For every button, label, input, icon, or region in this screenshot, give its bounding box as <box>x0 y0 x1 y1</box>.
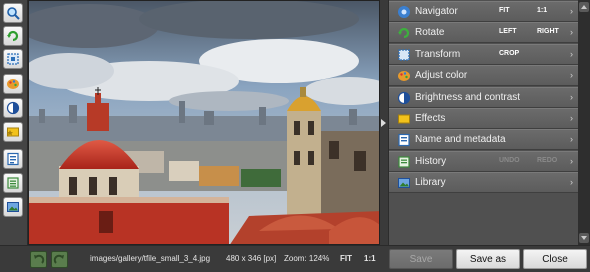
panel-row-transform[interactable]: Transform CROP › <box>389 44 579 65</box>
panel-row-adjust-color[interactable]: Adjust color › <box>389 65 579 86</box>
panel-row-label: Effects <box>415 113 446 124</box>
chevron-right-icon: › <box>570 27 573 37</box>
library-icon[interactable] <box>3 197 23 217</box>
close-button[interactable]: Close <box>523 249 587 269</box>
option-redo-button[interactable]: REDO <box>537 157 557 164</box>
scroll-down-icon[interactable] <box>579 233 589 243</box>
history-icon[interactable] <box>3 173 23 193</box>
chevron-right-icon: › <box>570 49 573 59</box>
save-as-button[interactable]: Save as <box>456 249 520 269</box>
option-1-1-button[interactable]: 1:1 <box>537 7 547 14</box>
undo-button[interactable] <box>30 251 47 268</box>
redo-button[interactable] <box>51 251 68 268</box>
zoom-level: Zoom: 124% <box>284 254 330 263</box>
panel-row-label: History <box>415 156 447 167</box>
panel-row-label: Navigator <box>415 6 458 17</box>
chevron-right-icon: › <box>570 156 573 166</box>
navigator-icon <box>398 6 410 18</box>
collapse-arrow-icon[interactable] <box>381 119 386 127</box>
chevron-right-icon: › <box>570 70 573 80</box>
chevron-right-icon: › <box>570 177 573 187</box>
palette-icon <box>398 71 410 81</box>
library-icon <box>398 178 410 188</box>
status-bar: images/gallery/tfile_small_3_4.jpg 480 x… <box>0 245 590 272</box>
option-crop-button[interactable]: CROP <box>499 50 519 57</box>
save-button[interactable]: Save <box>389 249 453 269</box>
one-to-one-button[interactable]: 1:1 <box>364 254 376 263</box>
option-left-button[interactable]: LEFT <box>499 28 517 35</box>
chevron-right-icon: › <box>570 134 573 144</box>
panel-row-name-and-metadata[interactable]: Name and metadata › <box>389 129 579 150</box>
scroll-up-icon[interactable] <box>579 2 589 12</box>
contrast-icon <box>397 91 411 105</box>
panel-row-history[interactable]: History UNDO REDO › <box>389 151 579 172</box>
chevron-right-icon: › <box>570 113 573 123</box>
metadata-icon <box>398 133 410 147</box>
chevron-right-icon: › <box>570 92 573 102</box>
history-icon <box>398 156 410 168</box>
panel-row-label: Transform <box>415 49 461 60</box>
panel-row-label: Library <box>415 177 446 188</box>
panel-scrollbar[interactable] <box>578 0 590 245</box>
fit-button[interactable]: FIT <box>340 254 352 263</box>
image-dimensions: 480 x 346 [px] <box>226 254 277 263</box>
tools-panel: Navigator FIT 1:1 › Rotate LEFT RIGHT › Transfor… <box>388 0 579 245</box>
panel-row-navigator[interactable]: Navigator FIT 1:1 › <box>389 1 579 22</box>
chevron-right-icon: › <box>570 6 573 16</box>
panel-row-label: Name and metadata <box>415 134 506 145</box>
file-path: images/gallery/tfile_small_3_4.jpg <box>90 254 211 263</box>
palette-icon[interactable] <box>3 74 23 94</box>
option-undo-button[interactable]: UNDO <box>499 157 520 164</box>
image-editor-window: Navigator FIT 1:1 › Rotate LEFT RIGHT › Transfor… <box>0 0 590 272</box>
rotate-icon[interactable] <box>3 26 23 46</box>
magnifier-icon[interactable] <box>3 3 23 23</box>
panel-row-effects[interactable]: Effects › <box>389 108 579 129</box>
contrast-icon[interactable] <box>3 98 23 118</box>
rotate-icon <box>398 27 410 39</box>
effects-icon[interactable] <box>3 122 23 142</box>
undo-icon <box>34 254 45 264</box>
effects-icon <box>398 114 410 124</box>
panel-row-library[interactable]: Library › <box>389 172 579 193</box>
option-fit-button[interactable]: FIT <box>499 7 510 14</box>
transform-icon[interactable] <box>3 49 23 69</box>
panel-row-rotate[interactable]: Rotate LEFT RIGHT › <box>389 22 579 43</box>
option-right-button[interactable]: RIGHT <box>537 28 559 35</box>
panel-row-label: Rotate <box>415 27 445 38</box>
redo-icon <box>53 254 64 264</box>
panel-row-brightness-and-contrast[interactable]: Brightness and contrast › <box>389 87 579 108</box>
photo-canvas[interactable] <box>28 0 380 245</box>
transform-icon <box>398 49 410 61</box>
left-toolbar <box>0 0 28 272</box>
panel-row-label: Adjust color <box>415 70 468 81</box>
metadata-icon[interactable] <box>3 149 23 169</box>
panel-row-label: Brightness and contrast <box>415 92 521 103</box>
